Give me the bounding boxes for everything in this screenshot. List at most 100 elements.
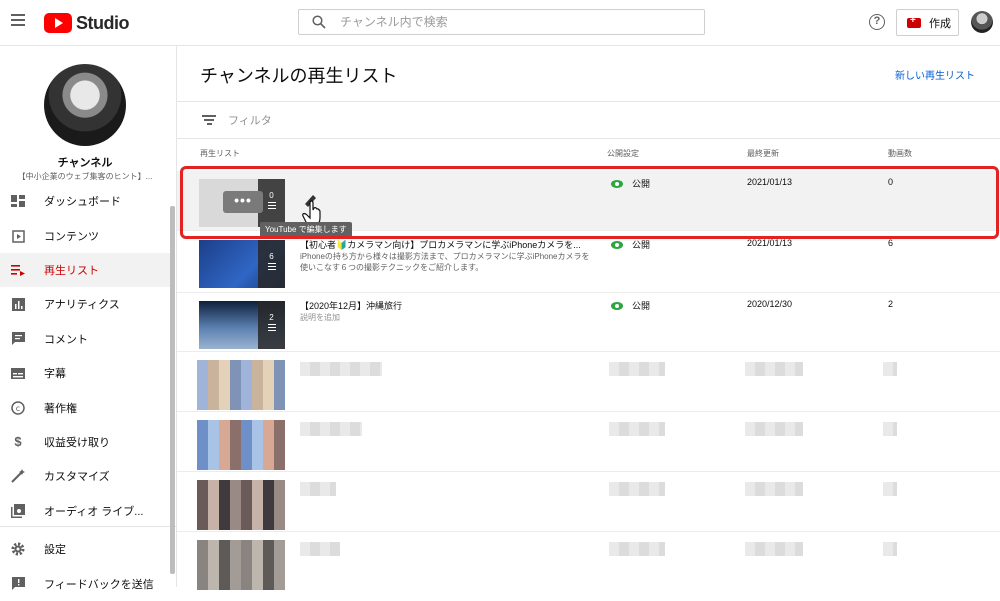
- column-header-count[interactable]: 動画数: [888, 148, 912, 159]
- column-header-playlist: 再生リスト: [200, 149, 240, 158]
- table-row[interactable]: 2 【2020年12月】沖縄旅行 説明を追加 公開 2020/12/30 2: [177, 293, 1000, 352]
- comment-icon: [11, 332, 25, 346]
- video-camera-icon: [907, 15, 921, 28]
- channel-subtitle: 【中小企業のウェブ集客のヒント】...: [17, 172, 153, 181]
- table-row[interactable]: [177, 412, 1000, 472]
- create-button[interactable]: 作成: [896, 9, 959, 36]
- dashboard-icon: [11, 194, 25, 208]
- sidebar-item-analytics[interactable]: アナリティクス: [0, 287, 170, 321]
- sidebar-item-label: カスタマイズ: [44, 471, 110, 484]
- blurred-date: [745, 542, 803, 556]
- visibility-cell[interactable]: 公開: [611, 299, 650, 312]
- sidebar-item-label: 設定: [44, 544, 66, 557]
- visibility-label: 公開: [632, 301, 651, 311]
- playlist-title[interactable]: 【2020年12月】沖縄旅行: [300, 299, 590, 312]
- youtube-logo-icon: [44, 13, 72, 33]
- sidebar-item-content[interactable]: コンテンツ: [0, 218, 170, 252]
- sidebar-item-label: オーディオ ライブ...: [44, 505, 144, 518]
- filter-icon[interactable]: [201, 113, 217, 128]
- visibility-cell[interactable]: 公開: [611, 238, 650, 251]
- blurred-count: [883, 482, 897, 496]
- sidebar-item-feedback[interactable]: フィードバックを送信: [0, 566, 170, 600]
- playlist-thumbnail[interactable]: 2: [199, 301, 285, 349]
- column-header-visibility: 公開設定: [607, 149, 639, 158]
- updated-date: 2020/12/30: [747, 299, 793, 309]
- blurred-visibility: [609, 422, 665, 436]
- studio-logo[interactable]: Studio: [44, 12, 130, 34]
- sidebar-item-label: コメント: [44, 333, 88, 346]
- sidebar-bottom-nav: 設定 フィードバックを送信: [0, 532, 170, 601]
- video-count: 6: [888, 238, 894, 248]
- video-count-overlay: 2: [258, 301, 285, 349]
- sidebar-item-label: 字幕: [44, 368, 66, 381]
- blurred-count: [883, 362, 897, 376]
- count-badge: 6: [269, 252, 274, 261]
- sidebar-item-customization[interactable]: カスタマイズ: [0, 459, 170, 493]
- blurred-date: [745, 482, 803, 496]
- highlight-box: [180, 166, 999, 239]
- sidebar-scrollbar[interactable]: [170, 206, 175, 574]
- page-title: チャンネルの再生リスト: [200, 66, 398, 86]
- blurred-count: [883, 422, 897, 436]
- blurred-title: [300, 422, 362, 436]
- playlist-title[interactable]: 【初心者🔰カメラマン向け】プロカメラマンに学ぶiPhoneカメラを...: [300, 238, 590, 251]
- visibility-label: 公開: [632, 240, 651, 250]
- gear-icon: [11, 542, 25, 556]
- sidebar-item-audio-library[interactable]: オーディオ ライブ...: [0, 494, 170, 528]
- menu-icon[interactable]: [11, 14, 27, 28]
- create-label: 作成: [929, 17, 951, 30]
- playlist-thumbnail[interactable]: 6: [199, 240, 285, 288]
- channel-name: チャンネル: [57, 157, 113, 169]
- table-row[interactable]: [177, 352, 1000, 412]
- blurred-thumbnail: [197, 540, 285, 590]
- sidebar-item-label: 再生リスト: [44, 264, 99, 277]
- sidebar-item-label: ダッシュボード: [44, 196, 121, 209]
- channel-avatar[interactable]: [44, 64, 126, 146]
- playlist-description[interactable]: 説明を追加: [300, 312, 590, 323]
- search-box[interactable]: [298, 9, 705, 35]
- blurred-title: [300, 362, 382, 376]
- blurred-date: [745, 422, 803, 436]
- column-header-updated: 最終更新: [747, 149, 779, 158]
- sidebar-item-copyright[interactable]: c 著作権: [0, 390, 170, 424]
- search-input[interactable]: [340, 15, 670, 29]
- sidebar-item-subtitles[interactable]: 字幕: [0, 356, 170, 390]
- count-badge: 2: [269, 313, 274, 322]
- sidebar: チャンネル 【中小企業のウェブ集客のヒント】... ダッシュボード コンテンツ …: [0, 46, 177, 591]
- sidebar-item-settings[interactable]: 設定: [0, 532, 170, 566]
- updated-date: 2021/01/13: [747, 238, 793, 248]
- magic-wand-icon: [11, 469, 25, 484]
- blurred-count: [883, 542, 897, 556]
- sidebar-divider: [0, 526, 177, 527]
- filter-bar[interactable]: フィルタ: [201, 110, 272, 130]
- blurred-visibility: [609, 542, 665, 556]
- sidebar-item-monetization[interactable]: $ 収益受け取り: [0, 425, 170, 459]
- blurred-thumbnail: [197, 420, 285, 470]
- table-row[interactable]: [177, 532, 1000, 592]
- playlist-icon: [11, 263, 25, 277]
- subtitles-icon: [11, 366, 25, 380]
- dollar-icon: $: [14, 434, 22, 450]
- eye-icon: [611, 240, 623, 249]
- divider: [177, 138, 1000, 139]
- sidebar-item-label: アナリティクス: [44, 299, 120, 312]
- help-icon[interactable]: ?: [869, 14, 885, 30]
- new-playlist-link[interactable]: 新しい再生リスト: [895, 67, 975, 82]
- table-row[interactable]: [177, 472, 1000, 532]
- sidebar-item-playlists[interactable]: 再生リスト: [0, 252, 170, 288]
- blurred-thumbnail: [197, 480, 285, 530]
- table-row[interactable]: 6 【初心者🔰カメラマン向け】プロカメラマンに学ぶiPhoneカメラを... i…: [177, 232, 1000, 293]
- blurred-date: [745, 362, 803, 376]
- blurred-visibility: [609, 482, 665, 496]
- account-avatar[interactable]: [971, 11, 993, 33]
- blurred-title: [300, 482, 336, 496]
- sidebar-item-label: フィードバックを送信: [44, 578, 154, 591]
- sidebar-item-comments[interactable]: コメント: [0, 322, 170, 356]
- sidebar-item-dashboard[interactable]: ダッシュボード: [0, 184, 170, 218]
- analytics-icon: [11, 297, 25, 311]
- playlist-icon: [258, 324, 285, 331]
- audio-library-icon: [11, 503, 25, 518]
- search-icon: [312, 15, 326, 29]
- video-count-overlay: 6: [258, 240, 285, 288]
- eye-icon: [611, 301, 623, 310]
